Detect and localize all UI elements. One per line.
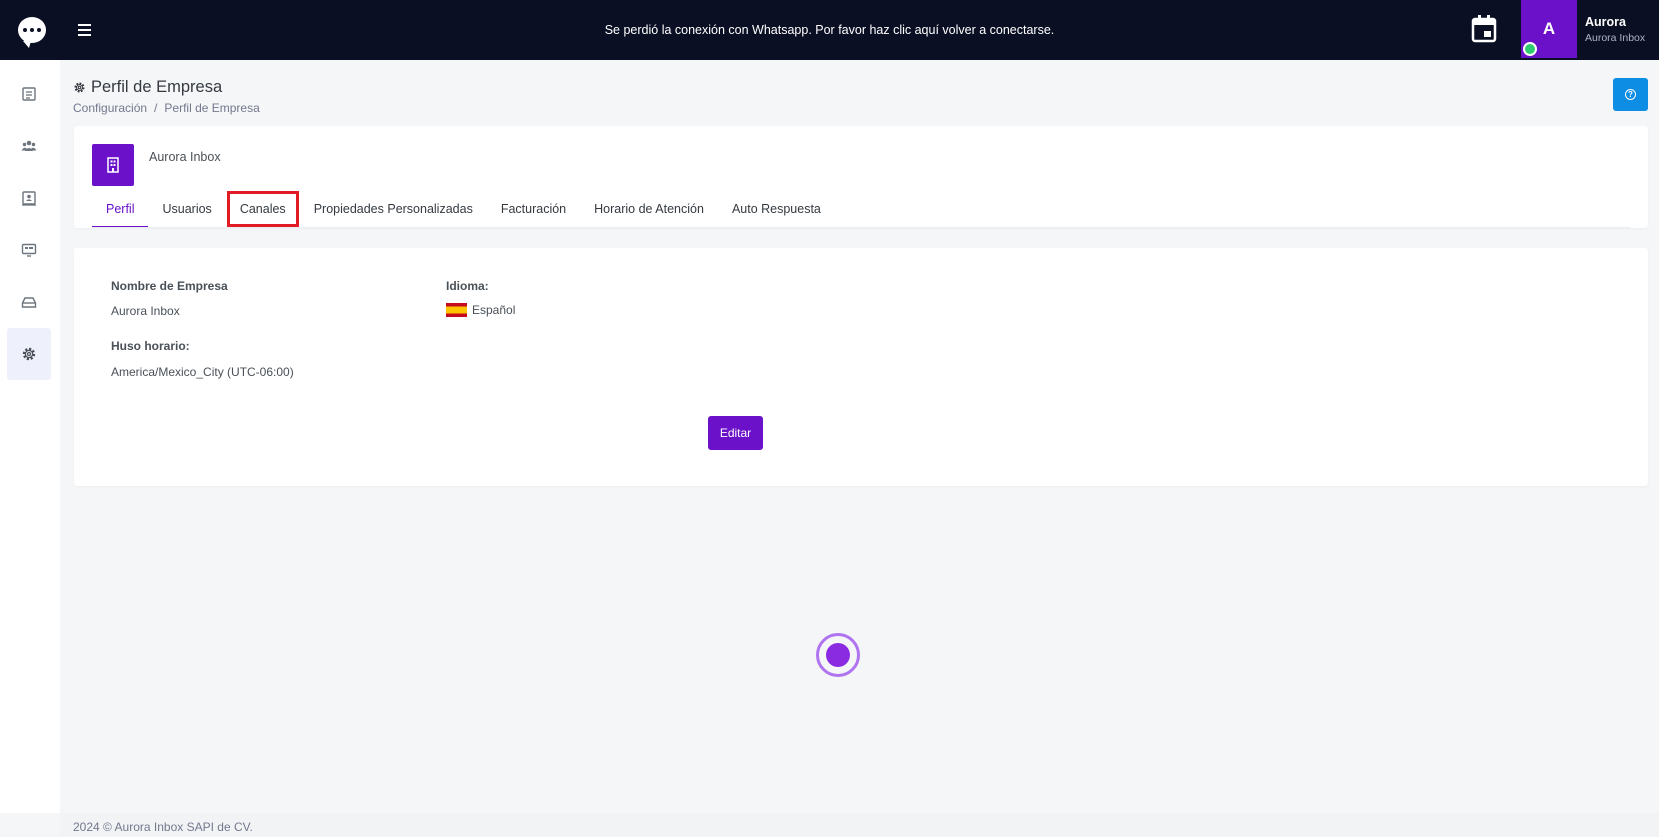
avatar-initial: A (1542, 19, 1556, 38)
contacts-icon (22, 191, 36, 206)
company-tabs: Perfil Usuarios Canales Propiedades Pers… (92, 190, 835, 228)
language-value: Español (446, 303, 515, 317)
breadcrumb-separator: / (154, 101, 158, 115)
users-icon (21, 140, 37, 151)
company-name: Aurora Inbox (149, 150, 221, 164)
monitor-icon (21, 243, 37, 257)
edit-button[interactable]: Editar (708, 416, 763, 450)
sidebar-item-users[interactable] (7, 120, 51, 172)
sidebar-item-settings[interactable] (7, 328, 51, 380)
footer: 2024 © Aurora Inbox SAPI de CV. (60, 813, 1659, 837)
connection-message[interactable]: Se perdió la conexión con Whatsapp. Por … (605, 23, 1055, 37)
tab-horario-de-atencion[interactable]: Horario de Atención (580, 190, 718, 228)
spain-flag-icon (446, 303, 467, 317)
sidebar-item-inbox[interactable] (7, 276, 51, 328)
timezone-value: America/Mexico_City (UTC-06:00) (111, 365, 294, 379)
list-icon (22, 87, 36, 101)
divider (92, 227, 1630, 228)
sidebar-item-list[interactable] (7, 68, 51, 120)
page-title-text: Perfil de Empresa (91, 78, 223, 96)
breadcrumb-item-current: Perfil de Empresa (164, 101, 260, 115)
timezone-label: Huso horario: (111, 339, 190, 353)
user-info[interactable]: Aurora Aurora Inbox (1585, 15, 1645, 44)
building-icon (107, 157, 119, 173)
inbox-icon (21, 297, 37, 308)
page-title: Perfil de Empresa (73, 78, 222, 97)
whatsapp-reconnect-banner[interactable]: Se perdió la conexión con Whatsapp. Por … (0, 0, 1659, 60)
language-label: Idioma: (446, 279, 489, 293)
tab-facturacion[interactable]: Facturación (487, 190, 580, 228)
user-company: Aurora Inbox (1585, 32, 1646, 44)
breadcrumb: Configuración / Perfil de Empresa (73, 101, 260, 115)
settings-icon (22, 347, 36, 361)
sidebar-item-monitor[interactable] (7, 224, 51, 276)
company-card: Aurora Inbox Perfil Usuarios Canales Pro… (74, 126, 1648, 228)
tab-perfil[interactable]: Perfil (92, 190, 149, 228)
footer-text: 2024 © Aurora Inbox SAPI de CV. (73, 820, 253, 834)
language-text: Español (472, 303, 516, 317)
online-status-indicator (1523, 42, 1537, 56)
profile-card: Nombre de Empresa Aurora Inbox Huso hora… (74, 248, 1648, 486)
user-name: Aurora (1585, 15, 1626, 29)
company-name-label: Nombre de Empresa (111, 279, 228, 293)
tab-propiedades-personalizadas[interactable]: Propiedades Personalizadas (300, 190, 487, 228)
tab-auto-respuesta[interactable]: Auto Respuesta (718, 190, 835, 228)
loading-spinner (816, 633, 860, 677)
tab-canales[interactable]: Canales (226, 190, 300, 228)
breadcrumb-item-configuracion[interactable]: Configuración (73, 101, 147, 115)
sidebar-item-contacts[interactable] (7, 172, 51, 224)
company-avatar (92, 144, 134, 186)
help-icon: ? (1625, 89, 1636, 100)
calendar-icon[interactable] (1470, 14, 1498, 44)
tab-usuarios[interactable]: Usuarios (148, 190, 225, 228)
settings-icon (74, 82, 85, 93)
sidebar (0, 60, 60, 813)
help-button[interactable]: ? (1613, 78, 1648, 111)
company-name-value: Aurora Inbox (111, 304, 180, 318)
